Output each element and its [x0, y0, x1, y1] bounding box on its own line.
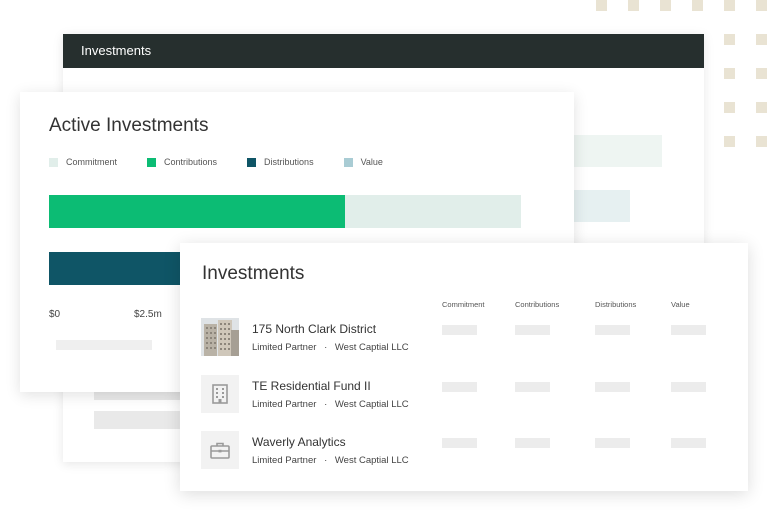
column-header-value: Value — [671, 300, 690, 309]
investment-row[interactable]: TE Residential Fund II Limited Partner ·… — [201, 375, 731, 415]
axis-tick-label: $2.5m — [134, 309, 162, 320]
distributions-cell — [595, 438, 630, 448]
decor-dot — [692, 0, 703, 11]
legend-swatch — [49, 157, 58, 167]
decor-dot — [724, 0, 735, 11]
decor-dot — [628, 0, 639, 11]
legend-swatch — [343, 157, 353, 167]
value-cell — [671, 325, 706, 335]
contributions-cell — [515, 325, 550, 335]
building-photo — [201, 318, 239, 356]
investment-row[interactable]: 175 North Clark District Limited Partner… — [201, 318, 731, 358]
placeholder-bar — [573, 135, 662, 167]
separator-dot: · — [324, 455, 328, 466]
distributions-cell — [595, 325, 630, 335]
placeholder-bar — [94, 411, 184, 429]
decor-dot — [756, 34, 767, 45]
separator-dot: · — [324, 342, 328, 353]
commitment-cell — [442, 438, 477, 448]
column-header-distributions: Distributions — [595, 300, 637, 309]
back-window-title: Investments — [81, 43, 152, 58]
chart-legend: Commitment Contributions Distributions V… — [49, 157, 413, 167]
stage: Investments Active Investments Commitmen… — [0, 0, 768, 512]
legend-item-contributions: Contributions — [147, 157, 217, 167]
active-investments-title: Active Investments — [49, 115, 209, 136]
legend-item-value: Value — [343, 157, 383, 167]
placeholder-bar — [573, 190, 630, 222]
contributions-cell — [515, 382, 550, 392]
decor-dot — [756, 68, 767, 79]
investments-card: Investments Commitment Contributions Dis… — [180, 243, 748, 491]
investment-entity: West Captial LLC — [334, 342, 409, 353]
commitment-cell — [442, 325, 477, 335]
investment-row[interactable]: Waverly Analytics Limited Partner · West… — [201, 431, 731, 471]
column-header-commitment: Commitment — [442, 300, 485, 309]
contributions-cell — [515, 438, 550, 448]
investments-title: Investments — [202, 263, 305, 284]
decor-dot — [756, 0, 767, 11]
axis-tick-label: $0 — [49, 309, 61, 320]
investment-name[interactable]: Waverly Analytics — [252, 435, 346, 449]
decor-dot — [724, 68, 735, 79]
commitment-cell — [442, 382, 477, 392]
distributions-cell — [595, 382, 630, 392]
placeholder-bar — [56, 340, 152, 350]
legend-item-commitment: Commitment — [49, 157, 117, 167]
investment-subtitle: Limited Partner · West Captial LLC — [252, 455, 409, 466]
value-cell — [671, 438, 706, 448]
office-building-icon — [201, 375, 239, 413]
legend-label: Contributions — [164, 157, 218, 167]
decor-dot — [724, 102, 735, 113]
legend-label: Commitment — [66, 157, 118, 167]
separator-dot: · — [324, 399, 328, 410]
contributions-bar-fill — [49, 195, 345, 228]
investment-role: Limited Partner — [252, 342, 317, 353]
investment-name[interactable]: TE Residential Fund II — [252, 379, 371, 393]
investment-entity: West Captial LLC — [334, 455, 409, 466]
legend-label: Value — [360, 157, 383, 167]
decor-dot — [724, 34, 735, 45]
decor-dot — [596, 0, 607, 11]
back-window-header: Investments — [63, 34, 704, 68]
legend-swatch — [147, 157, 157, 167]
briefcase-icon — [201, 431, 239, 469]
investment-subtitle: Limited Partner · West Captial LLC — [252, 399, 409, 410]
decor-dot — [756, 102, 767, 113]
legend-label: Distributions — [264, 157, 314, 167]
investment-role: Limited Partner — [252, 399, 317, 410]
investment-subtitle: Limited Partner · West Captial LLC — [252, 342, 409, 353]
value-cell — [671, 382, 706, 392]
decor-dot — [724, 136, 735, 147]
decor-dot — [756, 136, 767, 147]
column-header-contributions: Contributions — [515, 300, 560, 309]
legend-item-distributions: Distributions — [247, 157, 314, 167]
legend-swatch — [247, 157, 257, 167]
investment-role: Limited Partner — [252, 455, 317, 466]
decor-dot — [660, 0, 671, 11]
investment-entity: West Captial LLC — [334, 399, 409, 410]
investment-name[interactable]: 175 North Clark District — [252, 322, 376, 336]
